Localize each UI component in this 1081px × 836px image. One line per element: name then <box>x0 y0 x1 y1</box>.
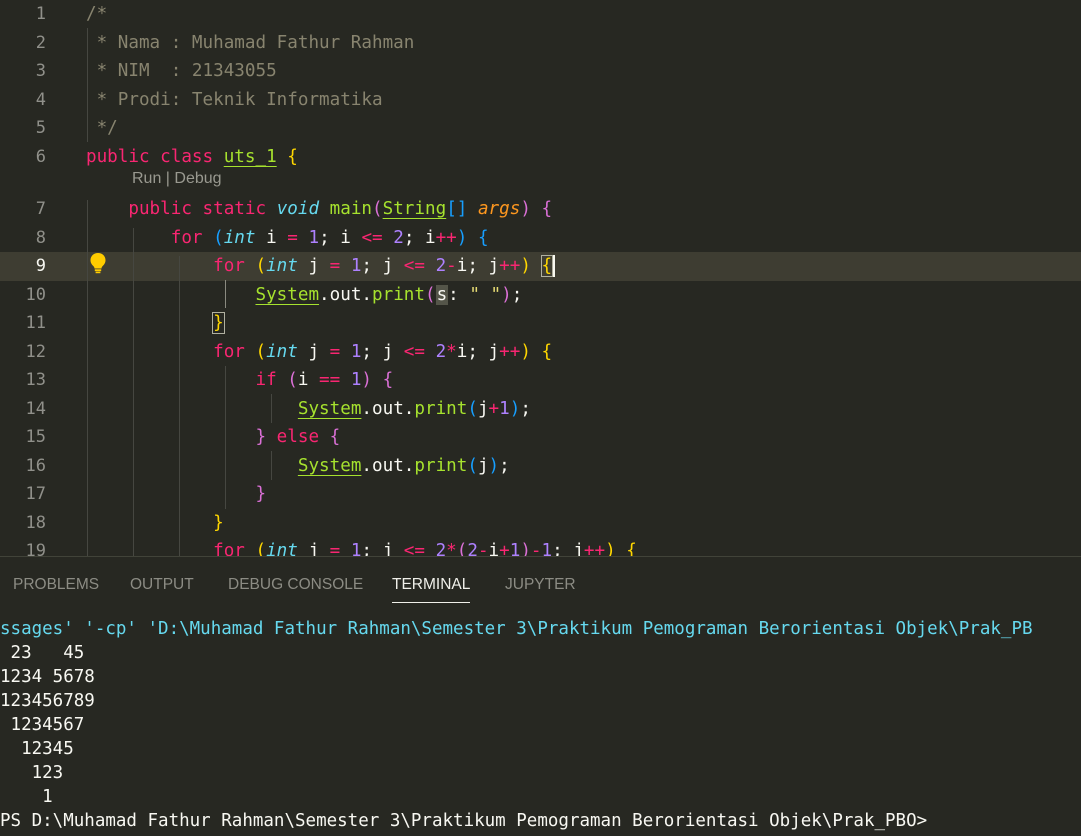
terminal-output[interactable]: ssages' '-cp' 'D:\Muhamad Fathur Rahman\… <box>0 617 1081 833</box>
line-number: 19 <box>25 541 46 556</box>
code-line[interactable]: 16 System.out.print(j); <box>0 452 1081 481</box>
code-line[interactable]: 1 /* <box>0 0 1081 29</box>
code-text: for (int j = 1; j <= 2*(2-i+1)-1; j++) { <box>213 541 637 556</box>
code-text: for (int i = 1; i <= 2; i++) { <box>170 227 489 248</box>
line-number: 1 <box>35 4 46 24</box>
line-number: 5 <box>35 118 46 138</box>
line-number: 15 <box>25 427 46 447</box>
code-text: } <box>213 512 224 533</box>
indent-guide <box>133 228 134 556</box>
indent-guide <box>87 200 88 556</box>
line-number: 9 <box>35 256 46 276</box>
tab-problems[interactable]: PROBLEMS <box>13 576 99 594</box>
terminal-line: 1234567 <box>0 715 85 735</box>
tab-output[interactable]: OUTPUT <box>130 576 194 594</box>
indent-guide <box>225 366 226 509</box>
code-line[interactable]: 15 } else { <box>0 423 1081 452</box>
code-line-active[interactable]: 9 for (int j = 1; j <= 2-i; j++) { <box>0 252 1081 281</box>
indent-guide <box>271 451 272 480</box>
line-number: 12 <box>25 341 46 362</box>
code-line[interactable]: 8 for (int i = 1; i <= 2; i++) { <box>0 224 1081 253</box>
code-line[interactable]: 17 } <box>0 480 1081 509</box>
line-number: 10 <box>25 284 46 305</box>
code-line[interactable]: 4 * Prodi: Teknik Informatika <box>0 86 1081 115</box>
code-text: * Nama : Muhamad Fathur Rahman <box>86 32 415 53</box>
lightbulb-icon[interactable] <box>89 252 107 274</box>
line-number: 14 <box>25 398 46 419</box>
code-line[interactable]: 5 */ <box>0 114 1081 143</box>
indent-guide-active <box>225 280 226 308</box>
code-line[interactable]: 11 } <box>0 309 1081 338</box>
tab-jupyter[interactable]: JUPYTER <box>505 576 576 594</box>
tab-debug-console[interactable]: DEBUG CONSOLE <box>228 576 363 594</box>
code-line[interactable]: 12 for (int j = 1; j <= 2*i; j++) { <box>0 338 1081 367</box>
line-number: 13 <box>25 370 46 390</box>
line-number: 11 <box>25 313 46 333</box>
code-text: for (int j = 1; j <= 2*i; j++) { <box>213 341 553 362</box>
code-text: public class uts_1 { <box>86 146 298 167</box>
code-line[interactable]: 13 if (i == 1) { <box>0 366 1081 395</box>
line-number: 18 <box>25 512 46 533</box>
line-number: 2 <box>35 32 46 53</box>
code-line[interactable]: 19 for (int j = 1; j <= 2*(2-i+1)-1; j++… <box>0 537 1081 556</box>
terminal-prompt: PS D:\Muhamad Fathur Rahman\Semester 3\P… <box>0 811 928 831</box>
terminal-line: 123 <box>0 763 64 783</box>
code-editor[interactable]: 1 /* 2 * Nama : Muhamad Fathur Rahman 3 … <box>0 0 1081 556</box>
code-line[interactable]: 3 * NIM : 21343055 <box>0 57 1081 86</box>
code-text: public static void main(String[] args) { <box>128 199 553 219</box>
terminal-line: 123456789 <box>0 691 95 711</box>
panel-tabs: PROBLEMS OUTPUT DEBUG CONSOLE TERMINAL J… <box>0 557 1081 613</box>
code-line[interactable]: 14 System.out.print(j+1); <box>0 395 1081 424</box>
code-text: for (int j = 1; j <= 2-i; j++) { <box>86 252 556 281</box>
code-text: } else { <box>255 427 341 447</box>
code-line[interactable]: 10 System.out.print(s: " "); <box>0 281 1081 310</box>
line-number: 6 <box>35 146 46 167</box>
line-number: 8 <box>35 227 46 248</box>
code-text: System.out.print(s: " "); <box>255 284 523 305</box>
code-line[interactable]: 2 * Nama : Muhamad Fathur Rahman <box>0 29 1081 58</box>
code-text: */ <box>86 118 118 138</box>
code-text: } <box>255 484 267 504</box>
terminal-line: 1234 5678 <box>0 667 95 687</box>
terminal-line: 23 45 <box>0 643 85 663</box>
indent-guide <box>271 394 272 423</box>
line-number: 3 <box>35 61 46 81</box>
code-text: System.out.print(j+1); <box>297 398 531 419</box>
indent-guide <box>179 256 180 556</box>
code-line[interactable]: 18 } <box>0 509 1081 538</box>
terminal-line: 1 <box>0 787 53 807</box>
terminal-line: ssages' '-cp' 'D:\Muhamad Fathur Rahman\… <box>0 619 1033 639</box>
code-line[interactable]: 7 public static void main(String[] args)… <box>0 195 1081 224</box>
indent-guide <box>87 28 88 142</box>
code-text: * Prodi: Teknik Informatika <box>86 89 383 110</box>
codelens-run-debug[interactable]: Run | Debug <box>132 170 222 188</box>
line-number: 17 <box>25 484 46 504</box>
code-text: } <box>212 312 225 334</box>
line-number: 16 <box>25 455 46 476</box>
tab-terminal[interactable]: TERMINAL <box>392 576 471 603</box>
code-line[interactable]: 6 public class uts_1 { <box>0 143 1081 172</box>
terminal-line: 12345 <box>0 739 74 759</box>
text-cursor <box>553 255 556 277</box>
code-text: System.out.print(j); <box>297 455 510 476</box>
bottom-panel: PROBLEMS OUTPUT DEBUG CONSOLE TERMINAL J… <box>0 556 1081 836</box>
line-number: 7 <box>35 199 46 219</box>
code-text: /* <box>86 4 108 24</box>
code-text: * NIM : 21343055 <box>86 61 277 81</box>
line-number: 4 <box>35 89 46 110</box>
